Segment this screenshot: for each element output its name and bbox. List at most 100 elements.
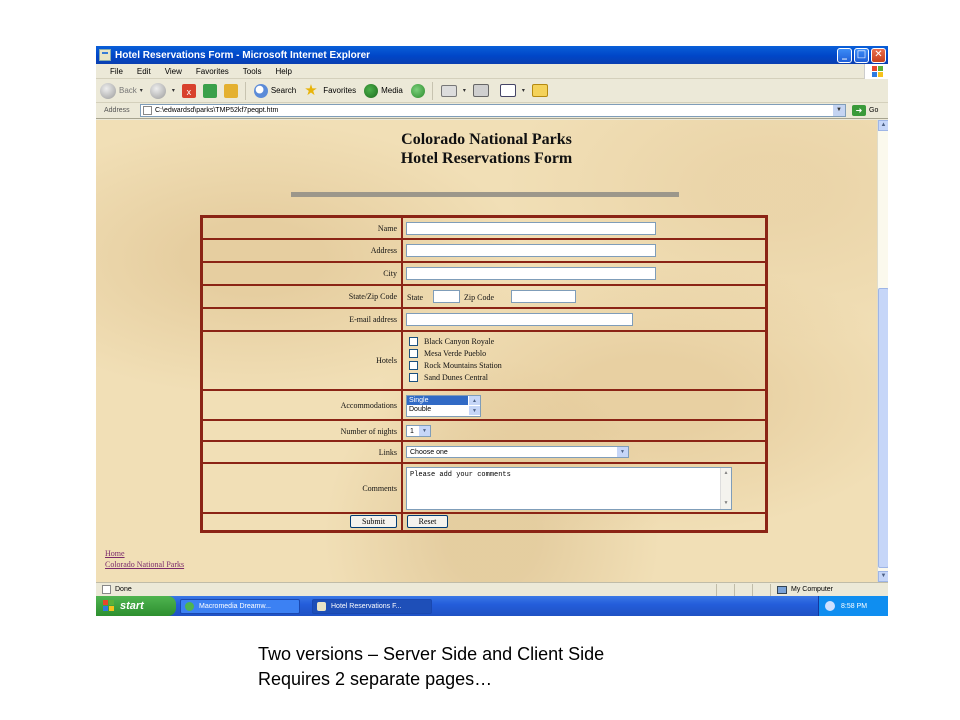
hotel-option-rock-mountains[interactable]: Rock Mountains Station [409, 361, 502, 370]
favorites-star-icon: ★ [304, 81, 318, 99]
address-label: Address [104, 107, 130, 114]
history-button[interactable] [410, 81, 428, 101]
textarea-scrollbar[interactable]: ▲ ▼ [720, 468, 731, 509]
form-row-email: E-mail address [203, 309, 765, 332]
address-field-label: Address [370, 246, 397, 255]
media-icon [364, 83, 379, 98]
colorado-parks-link[interactable]: Colorado National Parks [105, 559, 184, 570]
forward-dropdown-icon[interactable]: ▾ [172, 87, 175, 94]
hotel-checkbox[interactable] [409, 373, 418, 382]
nights-select[interactable]: 1 ▼ [406, 425, 431, 437]
taskbar-item-ie[interactable]: Hotel Reservations F... [312, 598, 432, 614]
page-scrollbar[interactable]: ▲ ▼ [877, 120, 888, 582]
reset-button[interactable]: Reset [407, 515, 448, 528]
textarea-up-icon[interactable]: ▲ [721, 468, 731, 479]
title-bar[interactable]: Hotel Reservations Form - Microsoft Inte… [96, 46, 888, 64]
media-button[interactable]: Media [364, 81, 403, 101]
stop-button[interactable]: x [181, 81, 199, 101]
tray-expand-icon[interactable] [825, 601, 835, 611]
zip-code-input[interactable] [511, 290, 576, 303]
submit-button[interactable]: Submit [350, 515, 397, 528]
hotel-checkbox[interactable] [409, 361, 418, 370]
form-row-buttons: Submit Reset [203, 514, 765, 530]
address-input[interactable]: C:\edwardsd\parks\TMP52kf7peqpt.htm ▼ [140, 104, 846, 117]
status-cell [716, 583, 734, 596]
menu-file[interactable]: File [96, 67, 130, 76]
city-input[interactable] [406, 267, 656, 280]
back-button[interactable]: Back ▾ [100, 81, 146, 101]
dreamweaver-icon [185, 601, 194, 611]
forward-button[interactable]: ▾ [149, 81, 178, 101]
menu-edit[interactable]: Edit [130, 67, 158, 76]
menu-view[interactable]: View [158, 67, 189, 76]
security-zone: My Computer [770, 583, 888, 596]
refresh-button[interactable] [202, 81, 220, 101]
address-field-input[interactable] [406, 244, 656, 257]
search-button[interactable]: Search [253, 81, 296, 101]
scroll-up-icon[interactable]: ▲ [878, 120, 888, 131]
forward-arrow-icon [149, 82, 166, 99]
accommodations-listbox[interactable]: Single Double ▲ ▼ [406, 395, 481, 417]
menu-help[interactable]: Help [268, 67, 298, 76]
back-dropdown-icon[interactable]: ▾ [140, 87, 143, 94]
menu-tools[interactable]: Tools [236, 67, 269, 76]
links-value: Choose one [410, 449, 448, 456]
back-arrow-icon [100, 82, 116, 99]
hotel-option-mesa-verde[interactable]: Mesa Verde Pueblo [409, 349, 486, 358]
hotel-option-label: Black Canyon Royale [424, 337, 495, 346]
close-button[interactable]: ✕ [871, 47, 886, 63]
status-text: Done [115, 586, 132, 593]
comments-textarea[interactable]: Please add your comments ▲ ▼ [406, 467, 732, 510]
name-label: Name [377, 224, 397, 233]
hotel-option-label: Mesa Verde Pueblo [424, 349, 487, 358]
taskbar-item-dreamweaver[interactable]: Macromedia Dreamw... [180, 598, 300, 614]
links-dropdown-icon[interactable]: ▼ [617, 447, 628, 457]
edit-dropdown-icon[interactable]: ▾ [522, 87, 525, 94]
accommodation-option-single[interactable]: Single [407, 396, 468, 405]
hotel-option-black-canyon[interactable]: Black Canyon Royale [409, 337, 494, 346]
system-tray: 8:58 PM [818, 596, 888, 616]
home-link[interactable]: Home [105, 548, 184, 559]
caption-line-1: Two versions – Server Side and Client Si… [258, 644, 605, 664]
address-bar: Address C:\edwardsd\parks\TMP52kf7peqpt.… [96, 103, 888, 119]
maximize-button[interactable]: □ [854, 47, 869, 63]
links-select[interactable]: Choose one ▼ [406, 446, 629, 458]
print-button[interactable] [472, 81, 492, 101]
name-input[interactable] [406, 222, 656, 235]
links-label: Links [378, 448, 397, 457]
listbox-up-icon[interactable]: ▲ [469, 396, 480, 406]
form-row-accommodations: Accommodations Single Double ▲ ▼ [203, 391, 765, 421]
hotel-checkbox[interactable] [409, 349, 418, 358]
email-input[interactable] [406, 313, 633, 326]
hotel-checkbox[interactable] [409, 337, 418, 346]
edit-button[interactable]: ▾ [499, 81, 528, 101]
page-title: Colorado National Parks Hotel Reservatio… [96, 130, 877, 168]
page-icon [143, 106, 152, 115]
window-title: Hotel Reservations Form - Microsoft Inte… [115, 49, 371, 61]
start-label: start [120, 600, 144, 612]
form-row-links: Links Choose one ▼ [203, 442, 765, 464]
home-button[interactable] [223, 81, 241, 101]
history-icon [410, 83, 425, 98]
ie-window-icon [99, 49, 111, 61]
favorites-label: Favorites [323, 86, 357, 95]
listbox-scrollbar[interactable]: ▲ ▼ [469, 396, 480, 416]
listbox-down-icon[interactable]: ▼ [469, 406, 480, 416]
favorites-button[interactable]: ★ Favorites [304, 81, 356, 101]
nights-dropdown-icon[interactable]: ▼ [419, 426, 430, 436]
address-dropdown-icon[interactable]: ▼ [833, 105, 845, 116]
scroll-thumb[interactable] [878, 288, 888, 568]
menu-favorites[interactable]: Favorites [189, 67, 236, 76]
state-input[interactable] [433, 290, 460, 303]
form-row-name: Name [203, 218, 765, 240]
mail-button[interactable]: ▾ [440, 81, 469, 101]
scroll-down-icon[interactable]: ▼ [878, 571, 888, 582]
mail-dropdown-icon[interactable]: ▾ [463, 87, 466, 94]
start-button[interactable]: start [96, 596, 176, 616]
folder-button[interactable] [531, 81, 551, 101]
go-button[interactable]: ➜ Go [852, 105, 878, 116]
minimize-button[interactable]: _ [837, 47, 852, 63]
home-icon [223, 83, 238, 98]
textarea-down-icon[interactable]: ▼ [721, 498, 731, 509]
hotel-option-sand-dunes[interactable]: Sand Dunes Central [409, 373, 488, 382]
